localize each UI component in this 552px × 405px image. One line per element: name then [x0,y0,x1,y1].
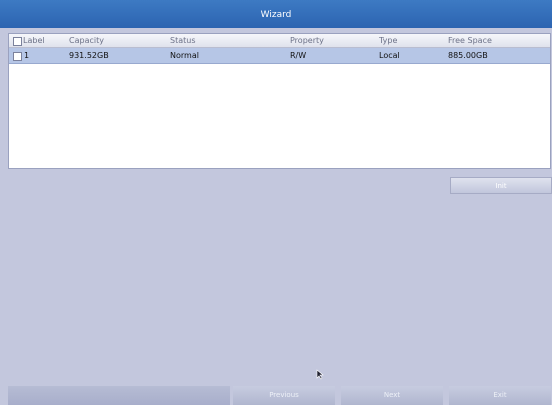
row-checkbox[interactable] [13,52,22,61]
previous-button[interactable]: Previous [233,386,335,405]
init-button[interactable]: Init [450,177,552,194]
mouse-cursor-icon [316,369,324,380]
window-title-bar: Wizard [0,0,552,28]
row-property: R/W [290,51,307,60]
exit-button[interactable]: Exit [449,386,551,405]
row-capacity: 931.52GB [69,51,109,60]
disk-table: Label Capacity Status Property Type Free… [8,33,551,169]
column-header-type[interactable]: Type [379,34,397,47]
table-row[interactable]: 1 931.52GB Normal R/W Local 885.00GB [9,48,550,64]
row-label: 1 [24,51,30,60]
row-status: Normal [170,51,199,60]
window-title: Wizard [260,10,292,20]
column-header-status[interactable]: Status [170,34,196,47]
column-header-property[interactable]: Property [290,34,324,47]
next-button[interactable]: Next [341,386,443,405]
row-free-space: 885.00GB [448,51,488,60]
table-header-row: Label Capacity Status Property Type Free… [9,34,550,48]
row-type: Local [379,51,400,60]
footer-divider-left [8,386,230,405]
footer-bar: Previous Next Exit [0,385,552,405]
column-header-capacity[interactable]: Capacity [69,34,104,47]
column-header-free-space[interactable]: Free Space [448,34,492,47]
select-all-checkbox[interactable] [13,37,22,46]
column-header-label[interactable]: Label [23,34,45,47]
